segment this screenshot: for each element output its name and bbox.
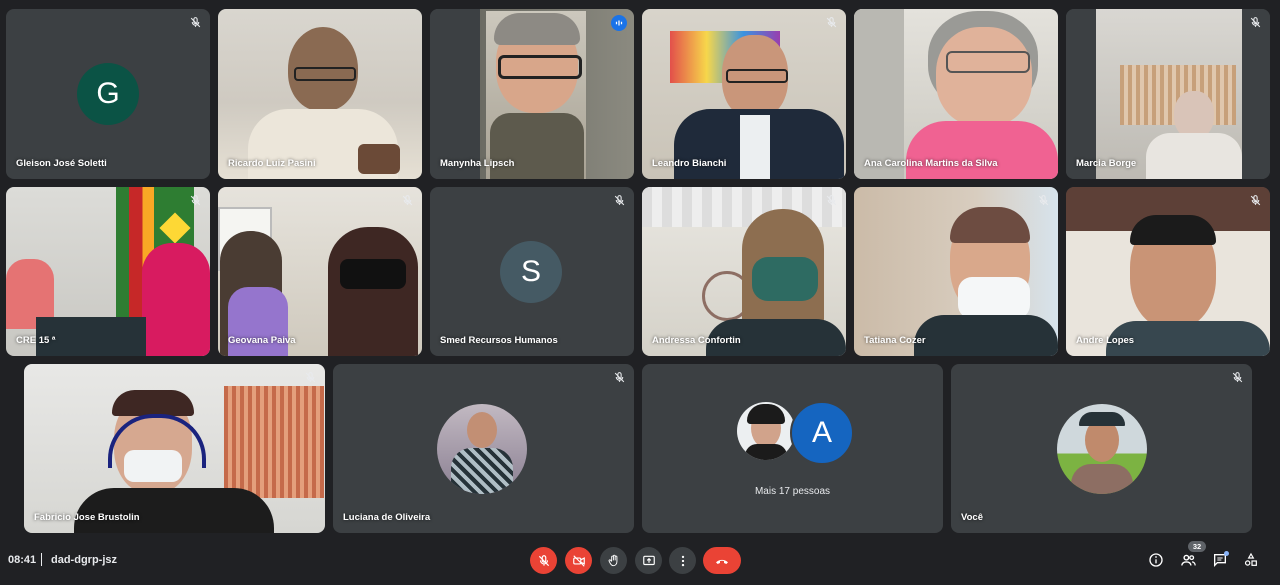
end-call-icon xyxy=(716,559,728,564)
mic-off-icon xyxy=(1249,16,1262,29)
participant-tile[interactable]: Leandro Bianchi xyxy=(642,9,846,179)
participant-tile[interactable]: Luciana de Oliveira xyxy=(333,364,634,533)
activities-icon xyxy=(1244,552,1257,566)
present-icon xyxy=(642,555,655,565)
mic-off-icon xyxy=(825,194,838,207)
mic-off-icon xyxy=(613,194,626,207)
participant-name: Smed Recursos Humanos xyxy=(440,335,558,346)
avatar xyxy=(1057,404,1147,494)
meeting-code: dad-dgrp-jsz xyxy=(51,554,117,566)
avatar: A xyxy=(790,401,854,465)
participant-name: Fabricio Jose Brustolin xyxy=(34,512,140,523)
speaking-indicator-icon xyxy=(611,15,627,31)
participant-name: Gleison José Soletti xyxy=(16,158,107,169)
video-feed xyxy=(1066,9,1270,179)
mic-toggle-button[interactable] xyxy=(530,547,557,574)
mic-off-icon xyxy=(538,554,549,566)
participant-tile[interactable]: Ricardo Luiz Pasini xyxy=(218,9,422,179)
video-feed xyxy=(854,9,1058,179)
participant-tile[interactable]: Andre Lopes xyxy=(1066,187,1270,356)
clock: 08:41 xyxy=(8,554,37,566)
video-feed xyxy=(218,9,422,179)
camera-toggle-button[interactable] xyxy=(565,547,592,574)
people-button[interactable] xyxy=(1178,550,1198,570)
participant-tile[interactable]: G Gleison José Soletti xyxy=(6,9,210,179)
participant-tile[interactable]: Você xyxy=(951,364,1252,533)
participant-tile[interactable]: Fabricio Jose Brustolin xyxy=(24,364,325,533)
mic-off-icon xyxy=(189,194,202,207)
avatar: S xyxy=(500,241,562,303)
mic-off-icon xyxy=(1231,371,1244,384)
avatar xyxy=(437,404,527,494)
mic-off-icon xyxy=(401,194,414,207)
camera-off-icon xyxy=(572,554,585,567)
divider xyxy=(41,553,42,566)
participant-name: Andre Lopes xyxy=(1076,335,1135,346)
participant-tile[interactable]: Ana Carolina Martins da Silva xyxy=(854,9,1058,179)
participant-name: Andressa Confortin xyxy=(652,335,741,346)
people-icon xyxy=(1180,554,1196,566)
participant-tile[interactable]: Andressa Confortin xyxy=(642,187,846,356)
end-call-button[interactable] xyxy=(703,547,741,574)
participant-name: Tatiana Cozer xyxy=(864,335,926,346)
participant-name: CRE 15 ª xyxy=(16,335,56,346)
chat-notification-dot xyxy=(1224,551,1229,556)
raise-hand-icon xyxy=(608,554,617,566)
participant-name: Manynha Lipsch xyxy=(440,158,515,169)
participant-tile[interactable]: S Smed Recursos Humanos xyxy=(430,187,634,356)
more-options-button[interactable] xyxy=(669,547,696,574)
activities-button[interactable] xyxy=(1241,550,1261,570)
avatar xyxy=(737,402,795,460)
more-participants-label: Mais 17 pessoas xyxy=(754,486,831,497)
people-count-badge: 32 xyxy=(1188,541,1206,552)
raise-hand-button[interactable] xyxy=(600,547,627,574)
mic-off-icon xyxy=(613,371,626,384)
video-feed xyxy=(430,9,634,179)
video-feed xyxy=(24,364,325,533)
meeting-details-button[interactable] xyxy=(1146,550,1166,570)
participant-name: Geovana Paiva xyxy=(228,335,296,346)
mic-off-icon xyxy=(189,16,202,29)
participant-tile[interactable]: Manynha Lipsch xyxy=(430,9,634,179)
participant-name: Você xyxy=(961,512,984,523)
video-feed xyxy=(642,9,846,179)
mic-off-icon xyxy=(1249,194,1262,207)
mic-off-icon xyxy=(304,371,317,384)
info-icon xyxy=(1149,553,1163,567)
mic-off-icon xyxy=(1037,194,1050,207)
participant-name: Marcia Borge xyxy=(1076,158,1137,169)
video-feed xyxy=(218,187,422,356)
video-feed xyxy=(6,187,210,356)
participant-tile[interactable]: CRE 15 ª xyxy=(6,187,210,356)
participant-tile[interactable]: Marcia Borge xyxy=(1066,9,1270,179)
video-feed xyxy=(854,187,1058,356)
more-participants-tile[interactable]: A Mais 17 pessoas xyxy=(642,364,943,533)
participant-name: Luciana de Oliveira xyxy=(343,512,431,523)
participant-tile[interactable]: Geovana Paiva xyxy=(218,187,422,356)
mic-off-icon xyxy=(825,16,838,29)
more-options-icon xyxy=(681,555,684,566)
video-feed xyxy=(642,187,846,356)
avatar: G xyxy=(77,63,139,125)
participant-grid: G Gleison José Soletti Ricardo Luiz Pasi… xyxy=(0,0,1280,540)
participant-name: Leandro Bianchi xyxy=(652,158,727,169)
participant-tile[interactable]: Tatiana Cozer xyxy=(854,187,1058,356)
meeting-controls-bar: 08:41 dad-dgrp-jsz 32 xyxy=(0,540,1280,585)
participant-name: Ana Carolina Martins da Silva xyxy=(864,158,998,169)
participant-name: Ricardo Luiz Pasini xyxy=(228,158,316,169)
video-feed xyxy=(1066,187,1270,356)
present-screen-button[interactable] xyxy=(635,547,662,574)
